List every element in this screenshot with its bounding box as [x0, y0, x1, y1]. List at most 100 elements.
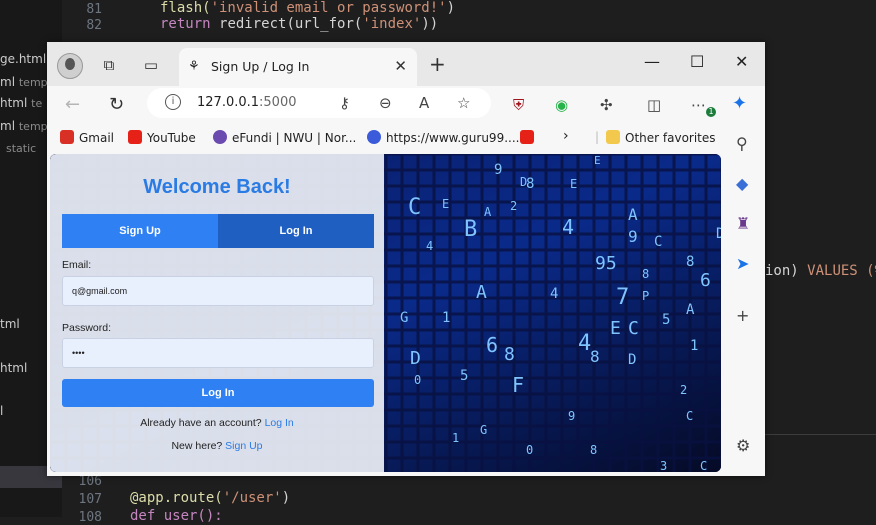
svg-text:E: E — [610, 318, 621, 339]
explorer-item[interactable]: ge.html — [0, 52, 46, 66]
email-field[interactable]: q@gmail.com — [62, 276, 374, 306]
ublock-icon[interactable]: ⛨ — [513, 96, 524, 114]
nav-bar: ← ↻ i 127.0.0.1:5000 ⚷ ⊖ A ☆ ⛨ ◉ ✣ ◫ ⋯ 1 … — [47, 86, 765, 126]
refresh-icon[interactable]: ↻ — [109, 94, 124, 115]
new-here-note: New here? Sign Up — [171, 440, 263, 452]
zoom-out-icon[interactable]: ⊖ — [379, 94, 392, 112]
code-line: @app.route('/user') — [130, 490, 291, 506]
split-screen-icon[interactable]: ◫ — [647, 96, 661, 114]
page-content: C B 4 A 9 8 9 2 95 7 6 A 6 8 4 8 E C F D — [50, 154, 721, 472]
favorite-guru99[interactable]: https://www.guru99.... — [367, 130, 519, 145]
explorer-item[interactable]: html te — [0, 96, 42, 110]
favorite-efundi[interactable]: eFundi | NWU | Nor... — [213, 130, 356, 145]
browser-window: ⧉ ▭ ⚘ Sign Up / Log In ✕ + — ☐ ✕ ← ↻ i 1… — [47, 42, 765, 476]
svg-text:D: D — [410, 348, 421, 369]
favorite-youtube[interactable]: YouTube — [128, 130, 196, 145]
chevron-right-icon[interactable]: › — [563, 128, 569, 144]
svg-text:C: C — [700, 459, 707, 472]
minimize-icon[interactable]: — — [644, 52, 660, 71]
new-tab-icon[interactable]: + — [429, 52, 446, 76]
favorite-star-icon[interactable]: ☆ — [457, 94, 470, 112]
maximize-icon[interactable]: ☐ — [690, 52, 704, 71]
back-icon[interactable]: ← — [65, 94, 80, 115]
svg-text:A: A — [686, 302, 695, 318]
svg-text:8: 8 — [526, 176, 534, 192]
password-field[interactable]: •••• — [62, 338, 374, 368]
line-number: 107 — [78, 492, 102, 507]
svg-text:A: A — [628, 205, 638, 224]
svg-text:1: 1 — [442, 310, 450, 326]
explorer-item[interactable]: ml templ — [0, 119, 51, 133]
profile-avatar[interactable] — [57, 53, 83, 79]
svg-text:9: 9 — [628, 227, 638, 246]
svg-text:95: 95 — [595, 253, 617, 274]
svg-text:8: 8 — [642, 267, 649, 281]
other-favorites[interactable]: Other favorites — [606, 130, 716, 145]
explorer-item[interactable]: html — [0, 361, 27, 375]
explorer-item[interactable]: l — [0, 404, 3, 418]
read-aloud-icon[interactable]: A — [419, 94, 429, 112]
code-line: def user(): — [130, 508, 223, 524]
copilot-icon[interactable]: ✦ — [732, 93, 747, 114]
login-submit-button[interactable]: Log In — [62, 379, 374, 407]
search-icon[interactable]: ⚲ — [736, 134, 748, 153]
favorite-youtube-2[interactable] — [520, 130, 539, 145]
svg-text:6: 6 — [700, 270, 711, 291]
youtube-icon — [520, 130, 534, 144]
line-number: 108 — [78, 510, 102, 525]
signup-link[interactable]: Sign Up — [225, 440, 262, 452]
explorer-item[interactable]: static — [6, 141, 36, 155]
svg-text:1: 1 — [452, 431, 459, 445]
notification-badge: 1 — [706, 107, 716, 117]
more-options-icon[interactable]: ⋯ 1 — [691, 96, 716, 117]
extensions-icon[interactable]: ✣ — [600, 96, 613, 114]
svg-text:A: A — [484, 205, 492, 219]
workspaces-icon[interactable]: ⧉ — [100, 56, 118, 74]
svg-text:G: G — [400, 310, 408, 326]
password-key-icon[interactable]: ⚷ — [339, 94, 350, 112]
extension-eye-icon[interactable]: ◉ — [555, 96, 568, 114]
address-bar[interactable]: i 127.0.0.1:5000 ⚷ ⊖ A ☆ — [147, 88, 491, 118]
svg-text:D: D — [716, 226, 721, 242]
games-icon[interactable]: ♜ — [736, 214, 750, 233]
close-tab-icon[interactable]: ✕ — [394, 57, 407, 75]
svg-text:3: 3 — [660, 459, 667, 472]
tab-active[interactable]: ⚘ Sign Up / Log In ✕ — [179, 48, 417, 86]
login-link[interactable]: Log In — [265, 417, 294, 429]
svg-text:F: F — [512, 373, 524, 397]
close-window-icon[interactable]: ✕ — [735, 52, 748, 71]
send-icon[interactable]: ➤ — [736, 254, 749, 273]
explorer-item[interactable]: ml temp — [0, 75, 48, 89]
settings-gear-icon[interactable]: ⚙ — [736, 436, 750, 455]
address-text: 127.0.0.1:5000 — [197, 95, 297, 110]
svg-text:1: 1 — [690, 338, 698, 354]
svg-text:B: B — [464, 217, 477, 242]
tab-favicon-icon: ⚘ — [188, 59, 200, 74]
favorites-bar: Gmail YouTube eFundi | NWU | Nor... http… — [47, 126, 765, 152]
svg-text:6: 6 — [486, 333, 498, 357]
svg-text:0: 0 — [526, 443, 533, 457]
folder-icon — [606, 130, 620, 144]
editor-divider — [765, 434, 876, 435]
svg-text:4: 4 — [426, 239, 433, 253]
have-account-note: Already have an account? Log In — [140, 417, 294, 429]
site-info-icon[interactable]: i — [165, 94, 181, 110]
tab-actions-icon[interactable]: ▭ — [142, 56, 160, 74]
gmail-icon — [60, 130, 74, 144]
add-icon[interactable]: + — [736, 306, 749, 325]
title-bar: ⧉ ▭ ⚘ Sign Up / Log In ✕ + — ☐ ✕ — [47, 42, 765, 86]
explorer-item[interactable]: tml — [0, 317, 20, 331]
svg-text:4: 4 — [562, 215, 574, 239]
svg-text:E: E — [442, 197, 449, 211]
favorite-gmail[interactable]: Gmail — [60, 130, 114, 145]
svg-text:E: E — [570, 177, 577, 191]
svg-text:G: G — [480, 423, 487, 437]
code-fragment: ion) VALUES (% — [765, 263, 876, 279]
tab-signup[interactable]: Sign Up — [62, 214, 218, 248]
password-label: Password: — [62, 322, 112, 334]
code-line: flash('invalid email or password!') — [160, 0, 456, 16]
svg-text:2: 2 — [510, 199, 517, 213]
line-number: 106 — [78, 474, 102, 489]
shopping-tag-icon[interactable]: ◆ — [736, 174, 748, 193]
tab-login[interactable]: Log In — [218, 214, 374, 248]
